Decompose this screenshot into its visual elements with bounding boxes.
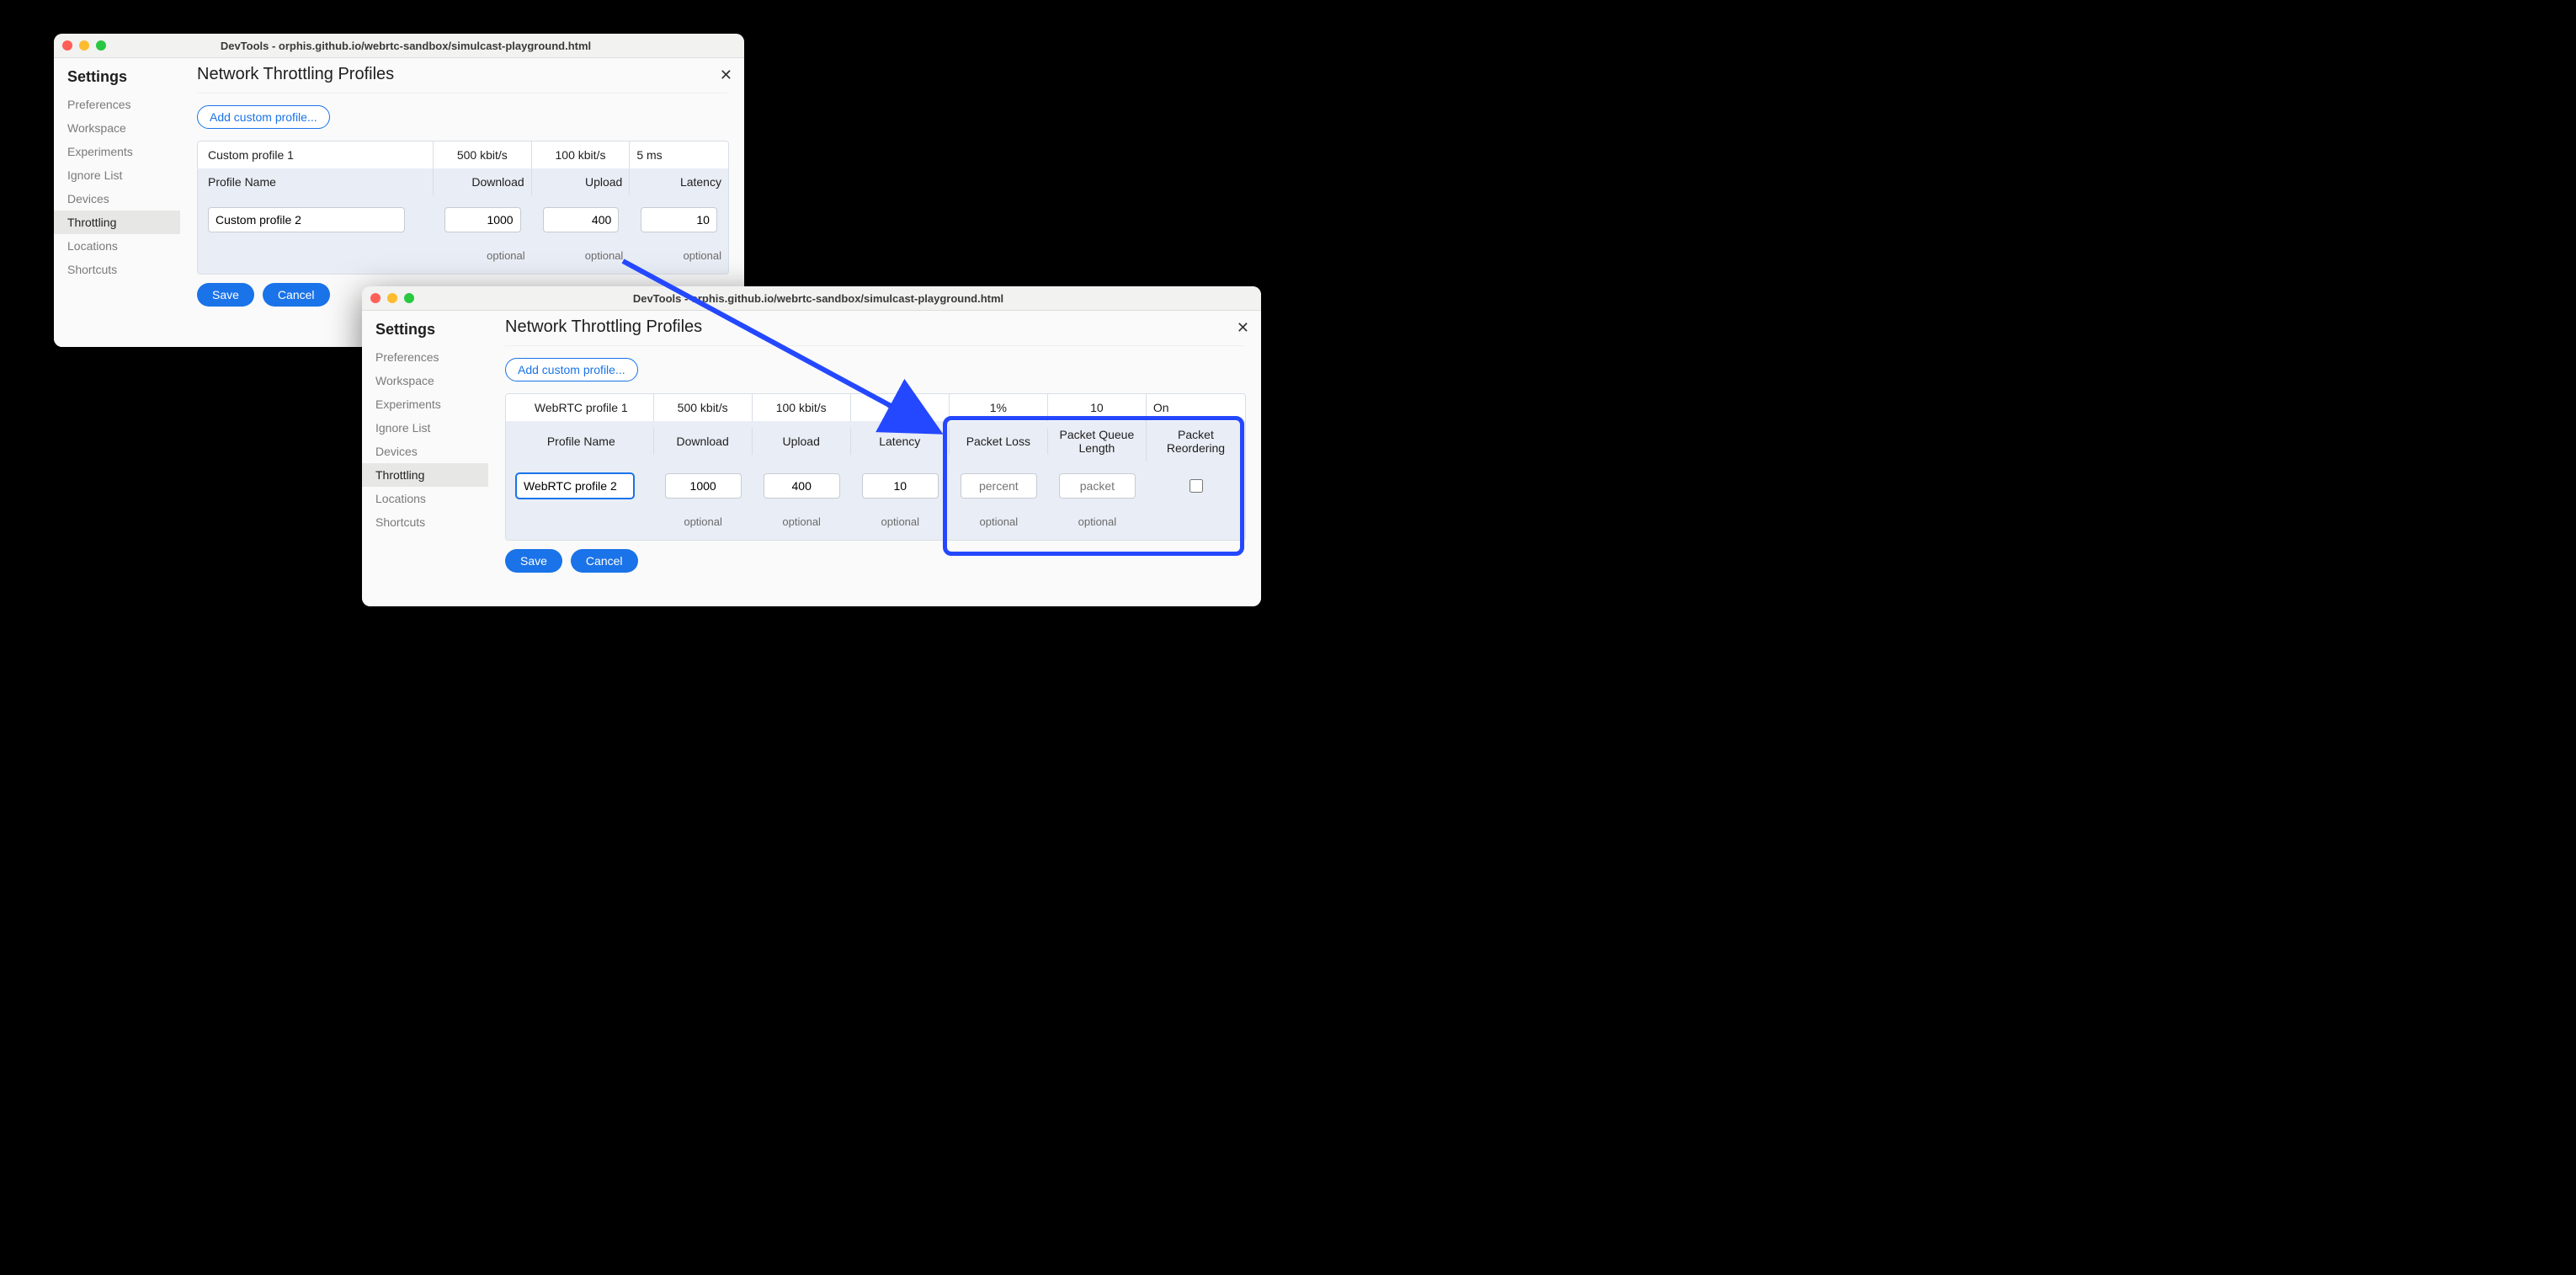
col-upload: Upload bbox=[753, 428, 851, 455]
col-download: Download bbox=[654, 428, 753, 455]
sidebar-item-workspace[interactable]: Workspace bbox=[362, 369, 488, 392]
optional-hint: optional bbox=[654, 515, 753, 535]
cell-download: 500 kbit/s bbox=[654, 394, 753, 421]
minimize-traffic-icon[interactable] bbox=[387, 293, 397, 303]
col-latency: Latency bbox=[630, 168, 728, 195]
save-button[interactable]: Save bbox=[197, 283, 254, 307]
window-title: DevTools - orphis.github.io/webrtc-sandb… bbox=[113, 40, 736, 52]
save-button[interactable]: Save bbox=[505, 549, 562, 573]
sidebar-item-locations[interactable]: Locations bbox=[54, 234, 180, 258]
cell-download: 500 kbit/s bbox=[434, 141, 532, 168]
window-titlebar: DevTools - orphis.github.io/webrtc-sandb… bbox=[362, 286, 1261, 311]
sidebar-item-workspace[interactable]: Workspace bbox=[54, 116, 180, 140]
minimize-traffic-icon[interactable] bbox=[79, 40, 89, 51]
zoom-traffic-icon[interactable] bbox=[96, 40, 106, 51]
packet-loss-input[interactable] bbox=[961, 473, 1037, 499]
col-profile-name: Profile Name bbox=[506, 428, 654, 455]
table-row[interactable]: Custom profile 1 500 kbit/s 100 kbit/s 5… bbox=[198, 141, 728, 168]
optional-hint: optional bbox=[950, 515, 1048, 535]
sidebar-item-experiments[interactable]: Experiments bbox=[54, 140, 180, 163]
settings-main-panel: Network Throttling Profiles Add custom p… bbox=[488, 311, 1261, 606]
cell-latency: 5 ms bbox=[630, 141, 728, 168]
sidebar-item-devices[interactable]: Devices bbox=[54, 187, 180, 211]
optional-hint: optional bbox=[753, 515, 851, 535]
cell-packet-loss: 1% bbox=[950, 394, 1048, 421]
cell-profile-name: WebRTC profile 1 bbox=[506, 394, 654, 421]
col-packet-loss: Packet Loss bbox=[950, 428, 1048, 455]
col-packet-reorder: Packet Reordering bbox=[1147, 421, 1245, 461]
settings-heading: Settings bbox=[67, 68, 180, 86]
table-header-row: Profile Name Download Upload Latency bbox=[198, 168, 728, 195]
table-row[interactable]: WebRTC profile 1 500 kbit/s 100 kbit/s 5… bbox=[506, 394, 1245, 421]
table-header-row: Profile Name Download Upload Latency Pac… bbox=[506, 421, 1245, 461]
close-traffic-icon[interactable] bbox=[62, 40, 72, 51]
table-subtext-row: optional optional optional optional opti… bbox=[506, 510, 1245, 540]
sidebar-item-devices[interactable]: Devices bbox=[362, 440, 488, 463]
upload-input[interactable] bbox=[764, 473, 840, 499]
button-row: Save Cancel bbox=[505, 549, 1244, 573]
cell-packet-queue: 10 bbox=[1048, 394, 1147, 421]
sidebar-item-shortcuts[interactable]: Shortcuts bbox=[54, 258, 180, 281]
upload-input[interactable] bbox=[543, 207, 620, 232]
col-latency: Latency bbox=[851, 428, 950, 455]
table-edit-row bbox=[506, 461, 1245, 510]
traffic-lights[interactable] bbox=[370, 293, 414, 303]
packet-reordering-checkbox[interactable] bbox=[1190, 479, 1203, 493]
optional-hint: optional bbox=[851, 515, 950, 535]
sidebar-item-ignore-list[interactable]: Ignore List bbox=[362, 416, 488, 440]
col-download: Download bbox=[434, 168, 532, 195]
cell-latency: 5 ms bbox=[851, 394, 950, 421]
optional-hint: optional bbox=[1048, 515, 1147, 535]
page-title: Network Throttling Profiles bbox=[197, 65, 727, 93]
col-packet-queue: Packet Queue Length bbox=[1048, 421, 1147, 461]
download-input[interactable] bbox=[444, 207, 521, 232]
col-upload: Upload bbox=[532, 168, 631, 195]
sidebar-item-ignore-list[interactable]: Ignore List bbox=[54, 163, 180, 187]
sidebar-item-preferences[interactable]: Preferences bbox=[362, 345, 488, 369]
cell-packet-reorder: On bbox=[1147, 394, 1245, 421]
close-icon[interactable]: ✕ bbox=[720, 67, 732, 84]
settings-sidebar: Settings Preferences Workspace Experimen… bbox=[362, 311, 488, 606]
cancel-button[interactable]: Cancel bbox=[263, 283, 330, 307]
profiles-table: Custom profile 1 500 kbit/s 100 kbit/s 5… bbox=[197, 141, 729, 275]
devtools-window-after: DevTools - orphis.github.io/webrtc-sandb… bbox=[362, 286, 1261, 606]
col-profile-name: Profile Name bbox=[198, 168, 434, 195]
table-subtext-row: optional optional optional bbox=[198, 244, 728, 274]
close-traffic-icon[interactable] bbox=[370, 293, 381, 303]
sidebar-item-shortcuts[interactable]: Shortcuts bbox=[362, 510, 488, 534]
profiles-table: WebRTC profile 1 500 kbit/s 100 kbit/s 5… bbox=[505, 393, 1246, 541]
latency-input[interactable] bbox=[862, 473, 939, 499]
profile-name-input[interactable] bbox=[516, 473, 634, 499]
sidebar-item-locations[interactable]: Locations bbox=[362, 487, 488, 510]
close-icon[interactable]: ✕ bbox=[1237, 319, 1249, 337]
cell-profile-name: Custom profile 1 bbox=[198, 141, 434, 168]
sidebar-item-throttling[interactable]: Throttling bbox=[54, 211, 180, 234]
latency-input[interactable] bbox=[641, 207, 717, 232]
optional-hint: optional bbox=[434, 249, 532, 269]
settings-heading: Settings bbox=[375, 321, 488, 339]
window-title: DevTools - orphis.github.io/webrtc-sandb… bbox=[421, 292, 1253, 305]
optional-hint: optional bbox=[532, 249, 631, 269]
table-edit-row bbox=[198, 195, 728, 244]
traffic-lights[interactable] bbox=[62, 40, 106, 51]
profile-name-input[interactable] bbox=[208, 207, 405, 232]
settings-sidebar: Settings Preferences Workspace Experimen… bbox=[54, 58, 180, 347]
page-title: Network Throttling Profiles bbox=[505, 317, 1244, 346]
zoom-traffic-icon[interactable] bbox=[404, 293, 414, 303]
sidebar-item-preferences[interactable]: Preferences bbox=[54, 93, 180, 116]
optional-hint: optional bbox=[630, 249, 728, 269]
window-titlebar: DevTools - orphis.github.io/webrtc-sandb… bbox=[54, 34, 744, 58]
packet-queue-input[interactable] bbox=[1059, 473, 1136, 499]
cell-upload: 100 kbit/s bbox=[532, 141, 631, 168]
cell-upload: 100 kbit/s bbox=[753, 394, 851, 421]
add-custom-profile-button[interactable]: Add custom profile... bbox=[197, 105, 330, 129]
add-custom-profile-button[interactable]: Add custom profile... bbox=[505, 358, 638, 381]
download-input[interactable] bbox=[665, 473, 742, 499]
sidebar-item-experiments[interactable]: Experiments bbox=[362, 392, 488, 416]
sidebar-item-throttling[interactable]: Throttling bbox=[362, 463, 488, 487]
cancel-button[interactable]: Cancel bbox=[571, 549, 638, 573]
